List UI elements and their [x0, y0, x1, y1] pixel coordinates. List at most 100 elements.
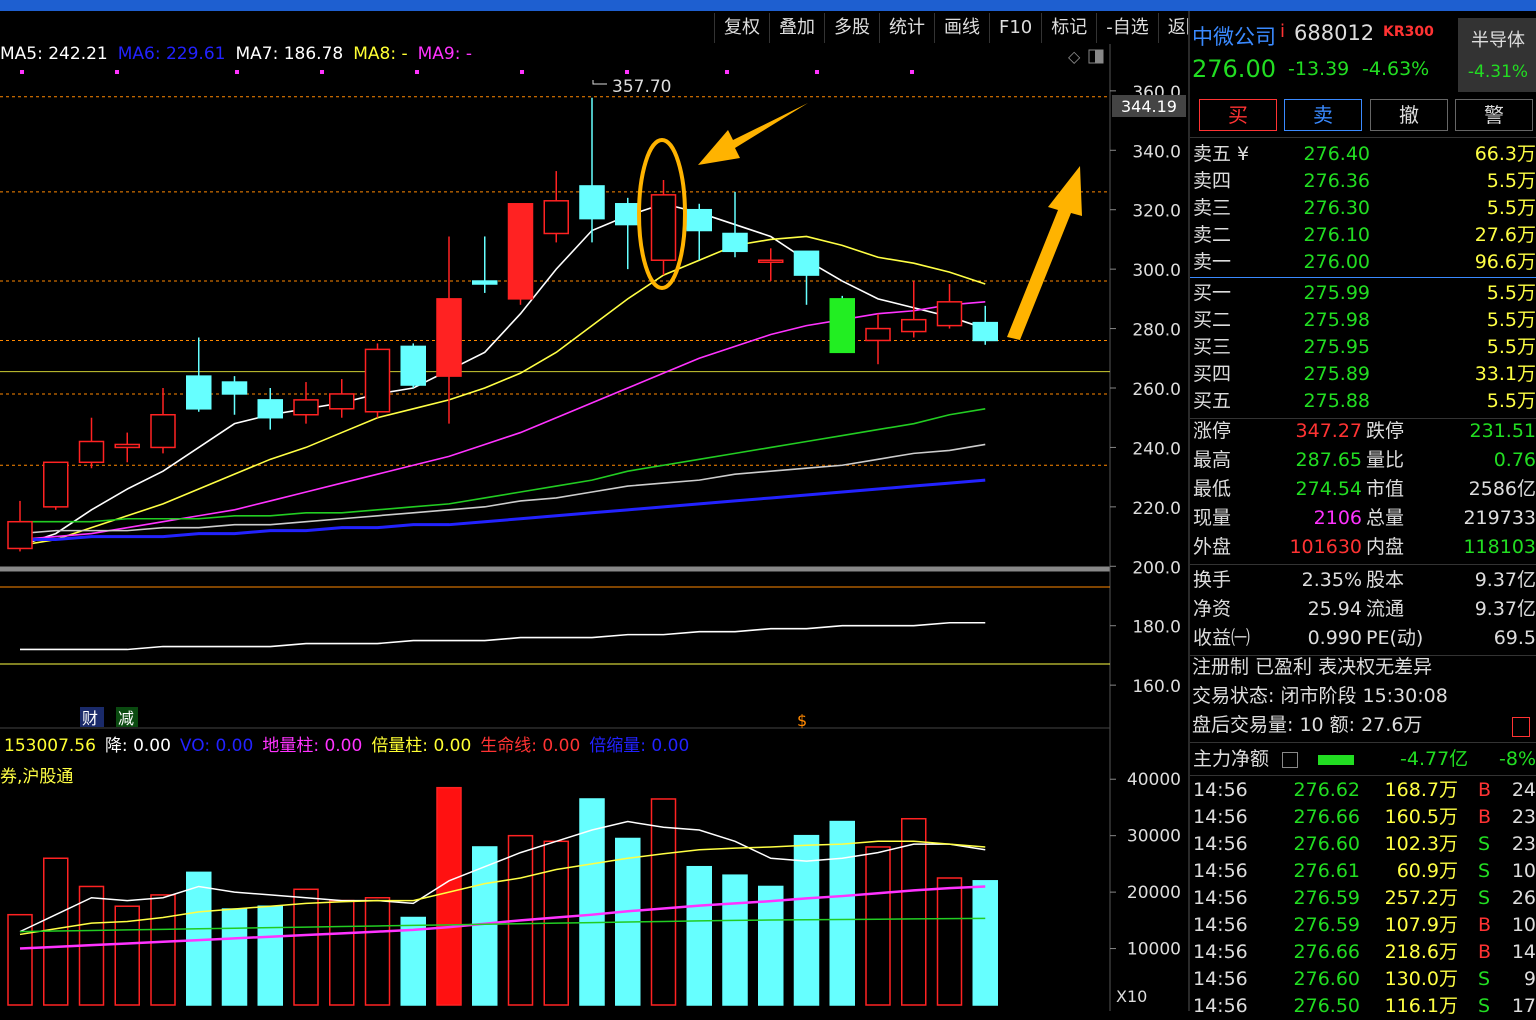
ask-row[interactable]: 卖五 ¥ 276.40 66.3万	[1190, 141, 1536, 168]
chart-icon[interactable]	[1512, 717, 1530, 737]
tick-row[interactable]: 14:56 276.61 60.9万 S 10	[1190, 858, 1536, 885]
event-dot	[725, 70, 729, 74]
order-price: 276.00	[1303, 251, 1370, 273]
status-info-line: 注册制 已盈利 表决权无差异	[1192, 656, 1433, 678]
candle-body[interactable]	[829, 298, 855, 354]
stat-label: 现量	[1193, 507, 1232, 529]
candle-body[interactable]	[579, 185, 605, 220]
tick-row[interactable]: 14:56 276.60 102.3万 S 23	[1190, 831, 1536, 858]
order-volume: 27.6万	[1474, 224, 1536, 246]
stat-value: 0.76	[1493, 449, 1536, 471]
tick-row[interactable]: 14:56 276.59 257.2万 S 26	[1190, 885, 1536, 912]
candle-body[interactable]	[150, 413, 176, 449]
tick-row[interactable]: 14:56 276.66 218.6万 B 14	[1190, 939, 1536, 966]
sector-change: -4.31%	[1467, 62, 1529, 82]
candle-body[interactable]	[936, 301, 963, 327]
bid-row[interactable]: 买三 275.95 5.5万	[1190, 334, 1536, 361]
ask-row[interactable]: 卖三 276.30 5.5万	[1190, 195, 1536, 222]
candle-body[interactable]	[507, 203, 534, 300]
volume-bar[interactable]	[650, 798, 677, 1006]
price-chart[interactable]: 360.0340.0320.0300.0280.0260.0240.0220.0…	[0, 0, 1186, 1011]
status-info-line[interactable]: 盘后交易量: 10 额: 27.6万	[1190, 711, 1536, 740]
tick-time: 14:56	[1193, 806, 1248, 828]
reduce-marker[interactable]: 减	[118, 709, 134, 728]
sector-box[interactable]: 半导体 -4.31%	[1458, 18, 1536, 92]
candle-body[interactable]	[686, 208, 712, 232]
event-dot	[815, 70, 819, 74]
candle-body[interactable]	[257, 399, 283, 419]
volume-bar[interactable]	[221, 908, 248, 1006]
divider	[1190, 564, 1536, 565]
candle-body[interactable]	[43, 461, 69, 508]
tick-count: 26	[1511, 887, 1536, 909]
candle-body[interactable]	[293, 399, 319, 416]
tick-row[interactable]: 14:56 276.62 168.7万 B 24	[1190, 777, 1536, 804]
ask-row[interactable]: 卖四 276.36 5.5万	[1190, 168, 1536, 195]
finance-marker[interactable]: 财	[82, 709, 98, 728]
stat-value: 9.37亿	[1474, 598, 1536, 620]
candle-body[interactable]	[615, 203, 641, 226]
stat-value: 118103	[1463, 536, 1536, 558]
dividend-marker[interactable]: $	[797, 711, 807, 730]
bid-row[interactable]: 买一 275.99 5.5万	[1190, 280, 1536, 307]
volume-bar[interactable]	[972, 880, 998, 1006]
ask-row[interactable]: 卖二 276.10 27.6万	[1190, 222, 1536, 249]
diamond-icon[interactable]: ◇	[1068, 47, 1081, 66]
tick-row[interactable]: 14:56 276.59 107.9万 B 10	[1190, 912, 1536, 939]
tick-row[interactable]: 14:56 276.50 116.1万 S 17	[1190, 993, 1536, 1020]
volume-bar[interactable]	[150, 894, 176, 1006]
tick-row[interactable]: 14:56 276.60 130.0万 S 9	[1190, 966, 1536, 993]
candle-body[interactable]	[329, 393, 355, 410]
ask-row[interactable]: 卖一 276.00 96.6万	[1190, 249, 1536, 276]
candle-body[interactable]	[400, 345, 426, 386]
candle-body[interactable]	[650, 194, 677, 261]
stock-name[interactable]: 中微公司	[1192, 21, 1276, 51]
sell-button[interactable]: 卖	[1284, 99, 1362, 131]
volume-bar[interactable]	[758, 885, 784, 1006]
order-volume: 5.5万	[1486, 170, 1536, 192]
candle-body[interactable]	[78, 440, 105, 464]
y-tick-label: 240.0	[1132, 439, 1181, 459]
candle-body[interactable]	[543, 200, 569, 235]
list-icon[interactable]	[1282, 752, 1298, 768]
bid-row[interactable]: 买五 275.88 5.5万	[1190, 388, 1536, 415]
candle-body[interactable]	[758, 259, 784, 263]
volume-bar[interactable]	[936, 877, 963, 1006]
candle-body[interactable]	[722, 232, 748, 253]
candle-body[interactable]	[436, 298, 462, 377]
stat-label: 股本	[1366, 569, 1405, 591]
volume-bar[interactable]	[329, 899, 355, 1006]
tick-time: 14:56	[1193, 887, 1248, 909]
bid-row[interactable]: 买二 275.98 5.5万	[1190, 307, 1536, 334]
y-tick-label: 320.0	[1132, 202, 1181, 222]
bid-row[interactable]: 买四 275.89 33.1万	[1190, 361, 1536, 388]
candle-body[interactable]	[901, 318, 927, 333]
candle-body[interactable]	[364, 348, 391, 413]
volume-bar[interactable]	[686, 865, 712, 1006]
info-icon[interactable]: i	[1280, 21, 1285, 42]
volume-bar[interactable]	[436, 786, 462, 1006]
candle-body[interactable]	[793, 250, 820, 276]
stat-row: 涨停 347.27 跌停 231.51	[1190, 417, 1536, 446]
candle-body[interactable]	[865, 327, 891, 342]
candle-body[interactable]	[972, 321, 998, 342]
alert-button[interactable]: 警	[1455, 99, 1533, 131]
volume-bar[interactable]	[829, 820, 855, 1006]
event-dot	[115, 70, 119, 74]
cancel-button[interactable]: 撤	[1370, 99, 1448, 131]
main-net-row[interactable]: 主力净额 -4.77亿 -8%	[1190, 745, 1536, 774]
quote-panel: 中微公司 i 688012 KR300 半导体 -4.31% 276.00 -1…	[1188, 11, 1536, 1017]
volume-bar[interactable]	[865, 846, 891, 1006]
candle-body[interactable]	[186, 375, 212, 410]
volume-bar[interactable]	[364, 897, 391, 1006]
candle-body[interactable]	[221, 381, 248, 395]
volume-bar[interactable]	[257, 905, 283, 1006]
volume-bar[interactable]	[293, 888, 319, 1006]
candle-body[interactable]	[114, 443, 140, 449]
volume-bar[interactable]	[722, 874, 748, 1006]
candle-body[interactable]	[7, 520, 33, 550]
tick-row[interactable]: 14:56 276.66 160.5万 B 23	[1190, 804, 1536, 831]
order-price: 275.89	[1303, 363, 1370, 385]
candle-body[interactable]	[472, 280, 498, 285]
buy-button[interactable]: 买	[1199, 99, 1277, 131]
